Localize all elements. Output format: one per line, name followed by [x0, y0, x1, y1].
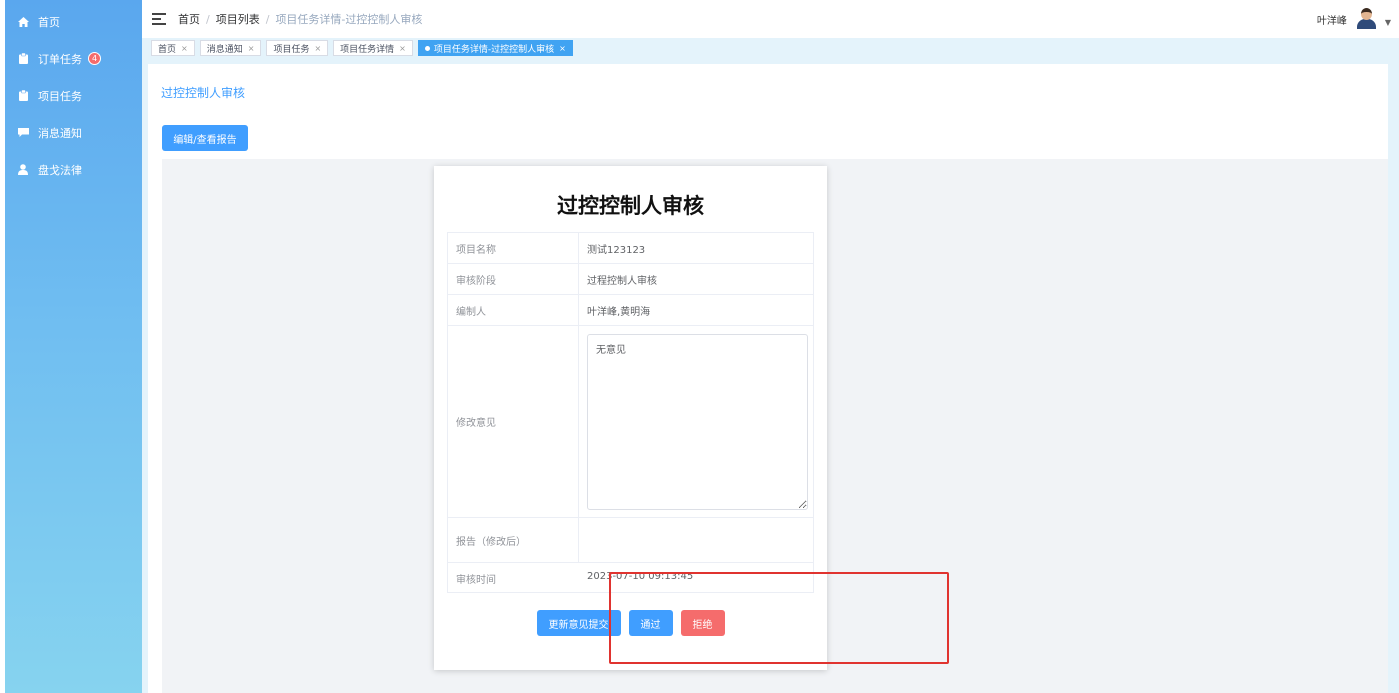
- sidebar-item-orders[interactable]: 订单任务 4: [5, 40, 142, 77]
- row-label: 报告（修改后）: [448, 518, 579, 562]
- review-time-value: 2023-07-10 09:13:45: [587, 571, 694, 582]
- project-name-value: 测试123123: [587, 244, 646, 256]
- tag-label: 项目任务详情-过控控制人审核: [433, 44, 555, 55]
- tags-view: 首页 × 消息通知 × 项目任务 × 项目任务详情 × 项目任务详情-过控控制人审核 ×: [142, 38, 1399, 58]
- user-menu[interactable]: 叶洋峰 ▼: [1317, 8, 1391, 30]
- stage-value: 过程控制人审核: [587, 275, 657, 287]
- sidebar-item-home[interactable]: 首页: [5, 3, 142, 40]
- form-title: 过控控制人审核: [557, 194, 704, 218]
- close-icon[interactable]: ×: [314, 44, 321, 53]
- approve-button[interactable]: 通过: [628, 610, 673, 636]
- tag-project-review[interactable]: 项目任务详情-过控控制人审核 ×: [417, 40, 573, 56]
- submit-opinion-button[interactable]: 更新意见提交: [536, 610, 621, 636]
- sidebar-item-label: 订单任务: [38, 52, 82, 66]
- page-title: 过控控制人审核: [161, 86, 246, 100]
- form-actions: 更新意见提交 通过 拒绝: [434, 610, 827, 636]
- avatar[interactable]: [1355, 8, 1379, 30]
- message-icon: [17, 127, 29, 139]
- tag-label: 项目任务: [273, 44, 310, 55]
- tag-projects[interactable]: 项目任务 ×: [266, 40, 329, 56]
- table-row: 编制人 叶洋峰,黄明海: [447, 295, 814, 326]
- table-row: 审核时间 2023-07-10 09:13:45: [447, 563, 814, 593]
- row-label: 审核阶段: [448, 264, 579, 294]
- sidebar-item-law[interactable]: 盘戈法律: [5, 151, 142, 188]
- sidebar-item-label: 盘戈法律: [38, 163, 82, 177]
- tag-label: 消息通知: [206, 44, 243, 55]
- clipboard-icon: [17, 90, 29, 102]
- sidebar-item-messages[interactable]: 消息通知: [5, 114, 142, 151]
- user-name: 叶洋峰: [1316, 15, 1347, 27]
- clipboard-icon: [17, 53, 29, 65]
- form-table: 项目名称 测试123123 审核阶段 过程控制人审核 编制人 叶洋峰,黄明海 修…: [447, 232, 814, 593]
- row-label: 项目名称: [448, 233, 579, 263]
- tag-messages[interactable]: 消息通知 ×: [199, 40, 262, 56]
- review-form: 过控控制人审核 项目名称 测试123123 审核阶段 过程控制人审核 编制人 叶…: [434, 166, 827, 670]
- caret-down-icon[interactable]: ▼: [1385, 18, 1391, 27]
- close-icon[interactable]: ×: [559, 44, 566, 53]
- row-label: 审核时间: [456, 575, 496, 586]
- table-row: 项目名称 测试123123: [447, 233, 814, 264]
- breadcrumb-separator: /: [206, 12, 210, 26]
- opinion-textarea[interactable]: [587, 333, 808, 510]
- opinion-cell: [579, 326, 813, 517]
- home-icon: [17, 16, 29, 28]
- row-label: 修改意见: [448, 326, 579, 517]
- notification-badge: 4: [88, 52, 101, 65]
- sidebar-item-label: 项目任务: [38, 89, 82, 103]
- tag-label: 项目任务详情: [340, 44, 395, 55]
- sidebar-item-projects[interactable]: 项目任务: [5, 77, 142, 114]
- tag-label: 首页: [158, 44, 177, 55]
- tag-project-detail[interactable]: 项目任务详情 ×: [333, 40, 413, 56]
- top-header: 首页 / 项目列表 / 项目任务详情-过控控制人审核 叶洋峰 ▼: [142, 0, 1399, 38]
- close-icon[interactable]: ×: [399, 44, 406, 53]
- tag-home[interactable]: 首页 ×: [151, 40, 195, 56]
- close-icon[interactable]: ×: [181, 44, 188, 53]
- breadcrumb-current: 项目任务详情-过控控制人审核: [275, 13, 423, 26]
- sidebar-item-label: 消息通知: [38, 126, 82, 140]
- breadcrumb-project-list[interactable]: 项目列表: [216, 11, 260, 27]
- edit-report-button[interactable]: 编辑/查看报告: [162, 125, 248, 151]
- table-row: 审核阶段 过程控制人审核: [447, 264, 814, 295]
- breadcrumb: 首页 / 项目列表 / 项目任务详情-过控控制人审核: [178, 11, 422, 27]
- row-label: 编制人: [448, 295, 579, 325]
- reject-button[interactable]: 拒绝: [680, 610, 725, 636]
- breadcrumb-home[interactable]: 首页: [178, 11, 200, 27]
- breadcrumb-separator: /: [265, 12, 270, 26]
- sidebar: 首页 订单任务 4 项目任务 消息通知 盘戈法律: [5, 0, 142, 693]
- sidebar-item-label: 首页: [38, 15, 60, 29]
- table-row: 报告（修改后）: [447, 518, 814, 563]
- editor-value: 叶洋峰,黄明海: [587, 306, 651, 318]
- menu-toggle-icon[interactable]: [152, 12, 166, 26]
- table-row: 修改意见: [447, 326, 814, 518]
- active-dot-icon: [424, 45, 430, 51]
- close-icon[interactable]: ×: [248, 44, 255, 53]
- report-value: [579, 518, 813, 562]
- user-icon: [17, 164, 29, 176]
